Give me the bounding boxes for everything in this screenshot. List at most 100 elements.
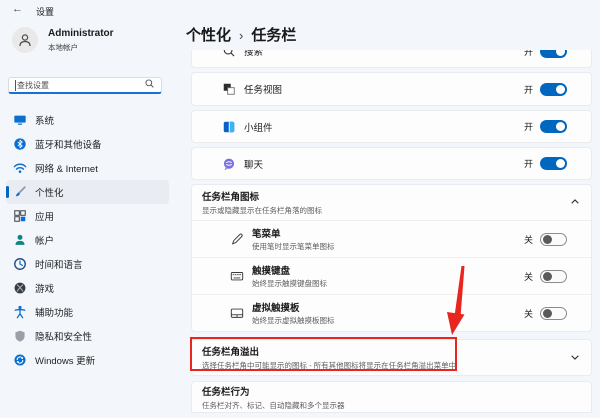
sidebar-item-privacy[interactable]: 隐私和安全性: [6, 324, 169, 348]
sidebar-item-network[interactable]: 网络 & Internet: [6, 156, 169, 180]
virtual-touchpad-icon: [230, 308, 244, 318]
widgets-icon: [223, 121, 235, 132]
breadcrumb-parent[interactable]: 个性化: [186, 24, 231, 45]
chevron-up-icon[interactable]: [570, 194, 580, 212]
row-label: 任务视图: [244, 85, 283, 96]
account-block[interactable]: Administrator 本地帐户: [12, 27, 114, 53]
toggle-state-label: 开: [523, 122, 533, 132]
back-icon[interactable]: ←: [12, 3, 23, 15]
sidebar-item-label: 辅助功能: [35, 308, 74, 319]
sidebar-item-time-language[interactable]: 时间和语言: [6, 252, 169, 276]
toggle-state-label: 开: [523, 84, 533, 95]
row-title: 任务栏行为: [202, 386, 250, 398]
sidebar-item-windows-update[interactable]: Windows 更新: [6, 348, 169, 372]
section-subtitle: 显示或隐藏显示在任务栏角落的图标: [202, 206, 322, 215]
row-subtitle: 使用笔时显示笔菜单图标: [252, 242, 335, 251]
sidebar-item-accessibility[interactable]: 辅助功能: [6, 300, 169, 324]
taskbar-corner-icons-header[interactable]: 任务栏角图标 显示或隐藏显示在任务栏角落的图标: [192, 185, 591, 220]
sidebar-item-label: 帐户: [35, 236, 55, 247]
virtual-touchpad-toggle[interactable]: [540, 306, 567, 320]
sidebar-item-label: 游戏: [35, 284, 55, 295]
row-title: 笔菜单: [252, 229, 281, 240]
breadcrumb-separator: ›: [239, 28, 244, 43]
toggle-state-label: 开: [523, 50, 533, 57]
sidebar-item-apps[interactable]: 应用: [6, 204, 169, 228]
sidebar: Administrator 本地帐户 查找设置 系统 蓝牙和其他设备 网络 & …: [0, 22, 175, 418]
app-title: 设置: [36, 7, 55, 17]
taskbar-item-search-row-partial[interactable]: 搜索 开: [191, 50, 592, 68]
row-subtitle: 始终显示触摸键盘图标: [252, 279, 327, 288]
row-title: 触摸键盘: [252, 266, 291, 277]
row-subtitle: 选择任务栏角中可能显示的图标 - 所有其他图标将显示在任务栏角溢出菜单中: [202, 361, 457, 370]
settings-content: 搜索 开 任务视图 开 小组件 开 聊天 开 任务栏角图标 显示或隐藏显示在任务…: [191, 50, 592, 413]
sidebar-item-label: 网络 & Internet: [35, 164, 98, 175]
task-view-toggle[interactable]: [540, 82, 567, 96]
chat-icon: [223, 158, 235, 170]
update-icon: [14, 354, 26, 366]
pen-menu-row: 笔菜单 使用笔时显示笔菜单图标 关: [192, 220, 591, 257]
sidebar-item-label: 隐私和安全性: [35, 332, 93, 343]
touch-keyboard-row: 触摸键盘 始终显示触摸键盘图标 关: [192, 257, 591, 294]
accessibility-icon: [14, 305, 26, 319]
chat-toggle[interactable]: [540, 157, 567, 170]
sidebar-item-label: 系统: [35, 116, 55, 127]
section-title: 任务栏角图标: [202, 192, 260, 203]
pen-icon: [231, 233, 243, 245]
search-icon[interactable]: [144, 76, 155, 94]
search-placeholder: 查找设置: [15, 79, 49, 91]
account-type: 本地帐户: [48, 42, 78, 52]
breadcrumb: 个性化 › 任务栏: [186, 24, 296, 45]
sidebar-item-label: 个性化: [35, 188, 64, 199]
taskbar-corner-icons-card: 任务栏角图标 显示或隐藏显示在任务栏角落的图标 笔菜单 使用笔时显示笔菜单图标 …: [191, 184, 592, 332]
bluetooth-icon: [14, 138, 26, 150]
search-toggle[interactable]: [540, 50, 567, 58]
sidebar-item-accounts[interactable]: 帐户: [6, 228, 169, 252]
sidebar-item-label: 应用: [35, 212, 55, 223]
taskbar-behaviors-row[interactable]: 任务栏行为 任务栏对齐、标记、自动隐藏和多个显示器: [191, 381, 592, 413]
toggle-state-label: 关: [523, 308, 533, 319]
paintbrush-icon: [15, 186, 26, 197]
account-name: Administrator: [48, 27, 114, 39]
chat-row: 聊天 开: [191, 147, 592, 180]
sidebar-item-label: Windows 更新: [35, 356, 96, 367]
widgets-toggle[interactable]: [540, 120, 567, 133]
search-row-icon: [223, 50, 235, 57]
sidebar-nav: 系统 蓝牙和其他设备 网络 & Internet 个性化 应用 帐户 时间和语言…: [0, 108, 175, 372]
row-label: 小组件: [244, 122, 273, 134]
taskbar-corner-overflow-row[interactable]: 任务栏角溢出 选择任务栏角中可能显示的图标 - 所有其他图标将显示在任务栏角溢出…: [191, 339, 592, 376]
user-icon: [19, 34, 31, 47]
search-input[interactable]: 查找设置: [8, 77, 162, 94]
shield-icon: [15, 330, 25, 342]
row-label: 搜索: [244, 50, 264, 58]
apps-icon: [14, 210, 26, 222]
system-icon: [14, 115, 26, 125]
xbox-icon: [14, 282, 26, 294]
avatar: [12, 27, 38, 53]
settings-window: ← 设置 Administrator 本地帐户 查找设置 系统 蓝牙和其他设备 …: [0, 0, 600, 418]
sidebar-item-label: 蓝牙和其他设备: [35, 140, 102, 151]
toggle-state-label: 关: [523, 234, 533, 245]
sidebar-item-label: 时间和语言: [35, 260, 83, 271]
title-bar: ← 设置: [0, 0, 600, 22]
virtual-touchpad-row: 虚拟触摸板 始终显示虚拟触摸板图标 关: [192, 294, 591, 331]
sidebar-item-bluetooth-devices[interactable]: 蓝牙和其他设备: [6, 132, 169, 156]
row-label: 聊天: [244, 159, 264, 171]
touch-keyboard-icon: [230, 272, 244, 281]
row-title: 任务栏角溢出: [202, 347, 260, 358]
sidebar-item-gaming[interactable]: 游戏: [6, 276, 169, 300]
chevron-down-icon[interactable]: [570, 349, 580, 367]
page-title: 任务栏: [251, 27, 297, 44]
touch-keyboard-toggle[interactable]: [540, 269, 567, 283]
toggle-state-label: 开: [523, 159, 533, 169]
task-view-row: 任务视图 开: [191, 72, 592, 106]
task-view-icon: [223, 83, 235, 95]
row-title: 虚拟触摸板: [252, 303, 300, 314]
sidebar-item-personalization[interactable]: 个性化: [6, 180, 169, 204]
row-subtitle: 任务栏对齐、标记、自动隐藏和多个显示器: [202, 400, 345, 410]
clock-icon: [14, 258, 26, 270]
sidebar-item-system[interactable]: 系统: [6, 108, 169, 132]
row-subtitle: 始终显示虚拟触摸板图标: [252, 316, 335, 325]
pen-menu-toggle[interactable]: [540, 232, 567, 246]
widgets-row: 小组件 开: [191, 110, 592, 143]
wifi-icon: [13, 163, 27, 173]
